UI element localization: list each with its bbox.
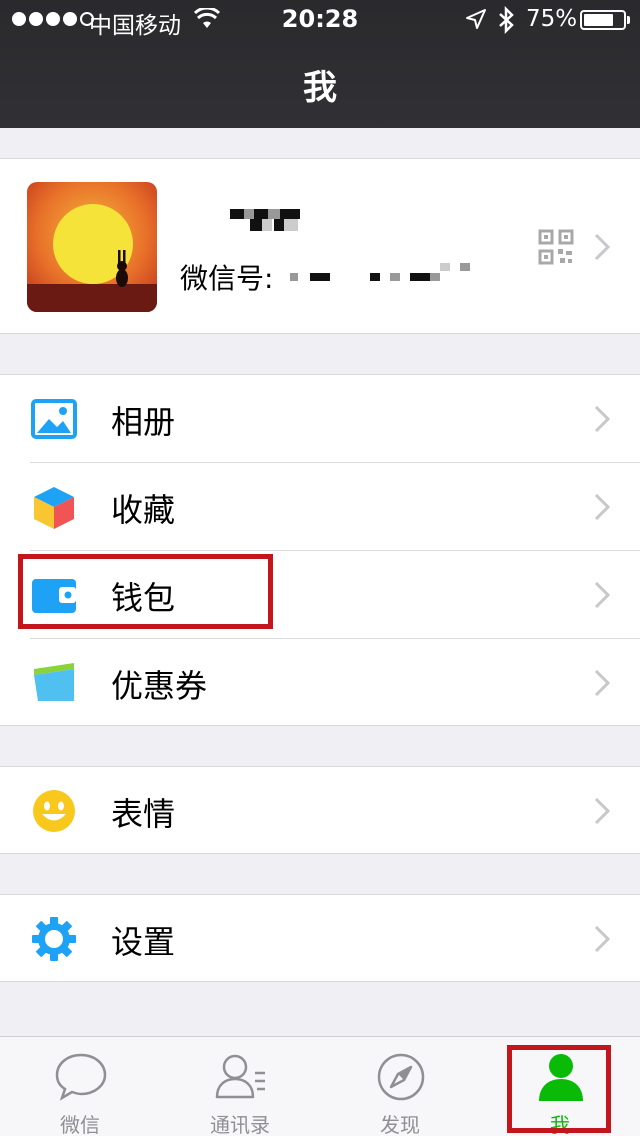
menu-group-stickers: 表情 <box>0 766 640 854</box>
tab-label: 微信 <box>60 1113 100 1136</box>
status-bar: 中国移动 20:28 75% <box>0 0 640 40</box>
battery-icon <box>580 10 626 30</box>
tab-discover[interactable]: 发现 <box>320 1037 480 1136</box>
compass-icon <box>377 1053 425 1101</box>
stickers-row[interactable]: 表情 <box>0 767 640 855</box>
qr-code-icon[interactable] <box>538 229 574 265</box>
album-label: 相册 <box>111 403 176 441</box>
settings-label: 设置 <box>111 923 176 961</box>
wallet-highlight-box <box>18 554 273 629</box>
chevron-right-icon <box>594 797 610 825</box>
tab-contacts[interactable]: 通讯录 <box>160 1037 320 1136</box>
album-row[interactable]: 相册 <box>0 375 640 463</box>
tab-chats[interactable]: 微信 <box>0 1037 160 1136</box>
avatar[interactable] <box>27 182 157 312</box>
favorites-label: 收藏 <box>111 491 176 529</box>
chevron-right-icon <box>594 925 610 953</box>
nickname-redacted <box>228 209 308 231</box>
wechat-id-label: 微信号: <box>180 262 274 295</box>
battery-tip <box>627 16 630 24</box>
page-title: 我 <box>303 68 337 108</box>
battery-level <box>584 14 613 26</box>
stickers-label: 表情 <box>111 795 176 833</box>
album-icon <box>31 399 77 439</box>
coupons-row[interactable]: 优惠券 <box>0 639 640 727</box>
profile-card[interactable]: 微信号: <box>0 158 640 334</box>
gear-icon <box>32 917 76 961</box>
chevron-right-icon <box>594 493 610 521</box>
chevron-right-icon <box>594 581 610 609</box>
contacts-icon <box>215 1054 265 1099</box>
wechat-id-redacted <box>290 263 480 291</box>
coupons-icon <box>34 663 74 701</box>
top-bar: 中国移动 20:28 75% 我 <box>0 0 640 128</box>
me-tab-highlight-box <box>507 1045 611 1133</box>
chevron-right-icon <box>594 669 610 697</box>
favorites-row[interactable]: 收藏 <box>0 463 640 551</box>
coupons-label: 优惠券 <box>111 667 208 705</box>
smiley-icon <box>33 790 75 832</box>
battery-percent: 75% <box>526 6 578 32</box>
tab-label: 通讯录 <box>210 1113 270 1136</box>
menu-group-main: 相册 收藏 钱包 优惠券 <box>0 374 640 726</box>
chat-bubble-icon <box>55 1053 107 1101</box>
chevron-right-icon <box>594 405 610 433</box>
tab-label: 发现 <box>380 1113 420 1136</box>
menu-group-settings: 设置 <box>0 894 640 982</box>
bluetooth-icon <box>499 6 514 34</box>
favorites-icon <box>34 487 74 529</box>
chevron-right-icon <box>594 233 610 261</box>
location-arrow-icon <box>466 9 486 29</box>
settings-row[interactable]: 设置 <box>0 895 640 983</box>
